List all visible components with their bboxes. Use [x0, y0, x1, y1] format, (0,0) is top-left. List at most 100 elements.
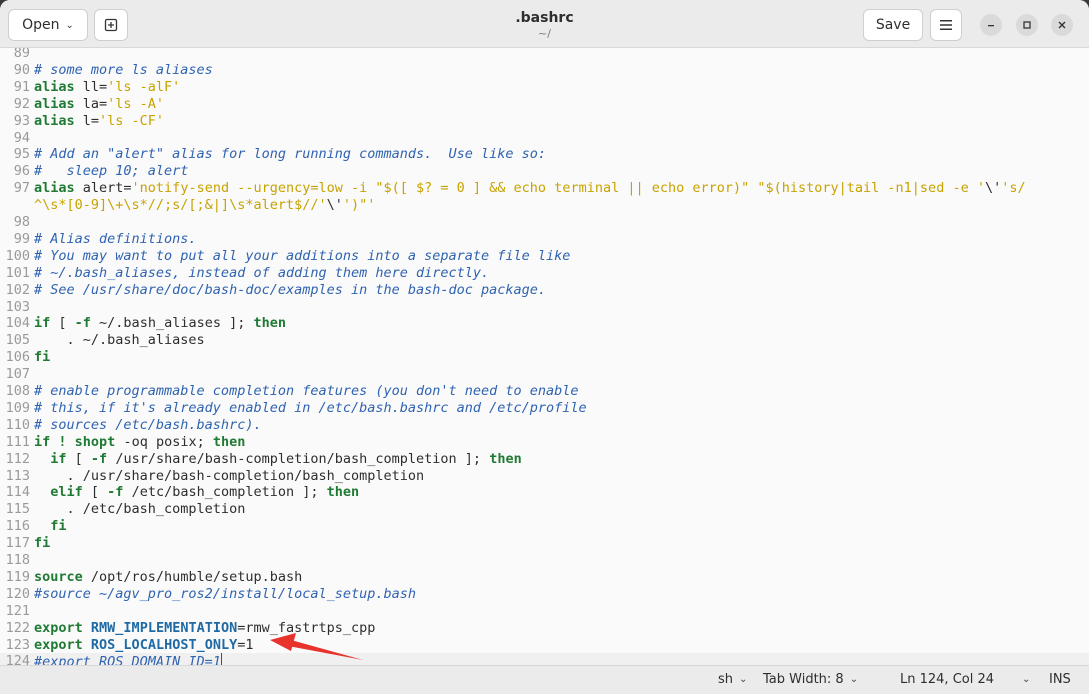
line-number: 124 [5, 653, 30, 665]
chevron-down-icon: ⌄ [849, 674, 859, 685]
code-line[interactable]: 117 fi [0, 535, 1089, 552]
line-number: 112 [5, 450, 30, 467]
insert-mode-indicator[interactable]: INS [1049, 672, 1071, 687]
code-token: if [34, 315, 51, 332]
code-token: alias [34, 180, 75, 197]
code-line[interactable]: 106 fi [0, 349, 1089, 366]
line-code: alias ll='ls -alF' [34, 79, 180, 96]
code-line[interactable]: ^\s*[0-9]\+\s*//;s/[;&|]\s*alert$//'\'')… [0, 197, 1089, 214]
code-token: 'notify-send --urgency=low -i "$([ $? = … [131, 180, 985, 197]
tab-width-selector[interactable]: Tab Width: 8 ⌄ [763, 672, 858, 687]
code-line[interactable]: 105 . ~/.bash_aliases [0, 332, 1089, 349]
code-line[interactable]: 113 . /usr/share/bash-completion/bash_co… [0, 468, 1089, 485]
code-line[interactable]: 94 [0, 130, 1089, 147]
code-line[interactable]: 109 # this, if it's already enabled in /e… [0, 400, 1089, 417]
cursor-position-selector[interactable]: Ln 124, Col 24 ⌄ [900, 672, 1030, 687]
line-code: ^\s*[0-9]\+\s*//;s/[;&|]\s*alert$//'\'')… [34, 197, 375, 214]
minimize-icon [988, 25, 994, 27]
code-line[interactable]: 99 # Alias definitions. [0, 231, 1089, 248]
code-token: # this, if it's already enabled in /etc/… [34, 399, 587, 416]
code-token: # Alias definitions. [34, 230, 197, 247]
text-cursor [220, 653, 222, 665]
code-line[interactable]: 119 source /opt/ros/humble/setup.bash [0, 569, 1089, 586]
line-code: # Alias definitions. [34, 231, 197, 248]
code-line[interactable]: 120 #source ~/agv_pro_ros2/install/local_… [0, 586, 1089, 603]
code-token: -f [74, 315, 91, 332]
line-number: 117 [5, 535, 30, 552]
line-number: 89 [13, 48, 30, 61]
code-token: # sleep 10; alert [34, 163, 189, 180]
code-token: -f [107, 484, 124, 501]
code-line[interactable]: 108 # enable programmable completion feat… [0, 383, 1089, 400]
close-button[interactable] [1051, 14, 1073, 36]
code-line[interactable]: 122 export RMW_IMPLEMENTATION=rmw_fastrtp… [0, 620, 1089, 637]
code-token: [ [82, 484, 108, 501]
code-line[interactable]: 102 # See /usr/share/doc/bash-doc/example… [0, 282, 1089, 299]
code-line[interactable]: 112 if [ -f /usr/share/bash-completion/b… [0, 451, 1089, 468]
code-line[interactable]: 100 # You may want to put all your additi… [0, 248, 1089, 265]
code-line[interactable]: 115 . /etc/bash_completion [0, 501, 1089, 518]
line-code: # this, if it's already enabled in /etc/… [34, 400, 587, 417]
code-token: fi [34, 535, 51, 552]
code-line[interactable]: 95 # Add an "alert" alias for long runnin… [0, 146, 1089, 163]
code-line[interactable]: 116 fi [0, 518, 1089, 535]
code-line[interactable]: 96 # sleep 10; alert [0, 163, 1089, 180]
line-number: 104 [5, 315, 30, 332]
hamburger-menu-button[interactable] [930, 9, 962, 41]
code-line[interactable]: 101 # ~/.bash_aliases, instead of adding … [0, 265, 1089, 282]
code-line[interactable]: 111 if ! shopt -oq posix; then [0, 434, 1089, 451]
code-line[interactable]: 123 export ROS_LOCALHOST_ONLY=1 [0, 637, 1089, 654]
code-line[interactable]: 98 [0, 214, 1089, 231]
code-token: 's/ [1001, 180, 1026, 197]
hamburger-icon [940, 20, 952, 30]
code-line[interactable]: 89 [0, 48, 1089, 62]
code-line[interactable]: 118 [0, 552, 1089, 569]
code-token: # sources /etc/bash.bashrc). [34, 416, 262, 433]
code-line[interactable]: 121 [0, 603, 1089, 620]
language-selector[interactable]: sh ⌄ [718, 672, 747, 687]
code-line[interactable]: 97 alias alert='notify-send --urgency=low… [0, 180, 1089, 197]
code-line[interactable]: 93 alias l='ls -CF' [0, 113, 1089, 130]
code-token: ')"' [342, 197, 376, 214]
header-bar: Open ⌄ .bashrc ~/ Save [0, 0, 1089, 48]
code-token: elif [50, 484, 83, 501]
code-token: # See /usr/share/doc/bash-doc/examples i… [34, 281, 547, 298]
line-number: 93 [13, 112, 30, 129]
code-token: fi [34, 349, 51, 366]
code-line[interactable]: 110 # sources /etc/bash.bashrc). [0, 417, 1089, 434]
code-token: 'ls -CF' [99, 112, 165, 129]
code-line[interactable]: 91 alias ll='ls -alF' [0, 79, 1089, 96]
code-line[interactable]: 114 elif [ -f /etc/bash_completion ]; th… [0, 484, 1089, 501]
maximize-button[interactable] [1016, 14, 1038, 36]
line-number: 115 [5, 501, 30, 518]
window-title: .bashrc [515, 10, 574, 26]
code-line[interactable]: 92 alias la='ls -A' [0, 96, 1089, 113]
text-editor-area[interactable]: 89 90 # some more ls aliases 91 alias ll='ls… [0, 48, 1089, 665]
code-token: alias [34, 112, 75, 129]
code-line[interactable]: 124 #export ROS_DOMAIN_ID=1 [0, 653, 1089, 665]
code-line[interactable]: 90 # some more ls aliases [0, 62, 1089, 79]
code-token: /usr/share/bash-completion/bash_completi… [107, 450, 490, 467]
close-icon [1058, 21, 1066, 29]
code-token: . /etc/bash_completion [34, 501, 246, 518]
code-line[interactable]: 103 [0, 299, 1089, 316]
line-number: 114 [5, 484, 30, 501]
code-token: . ~/.bash_aliases [34, 332, 205, 349]
code-token: ! shopt [58, 433, 116, 450]
code-token: \' [984, 180, 1002, 197]
code-token: /opt/ros/humble/setup.bash [82, 568, 303, 585]
line-number: 92 [13, 95, 30, 112]
line-code: elif [ -f /etc/bash_completion ]; then [34, 484, 359, 501]
code-token: [ [50, 315, 75, 332]
line-number: 94 [13, 129, 30, 146]
minimize-button[interactable] [980, 14, 1002, 36]
line-number: 96 [13, 163, 30, 180]
save-button[interactable]: Save [863, 9, 923, 41]
code-token: then [326, 484, 360, 501]
line-code: . /usr/share/bash-completion/bash_comple… [34, 468, 425, 485]
code-line[interactable]: 104 if [ -f ~/.bash_aliases ]; then [0, 315, 1089, 332]
code-line[interactable]: 107 [0, 366, 1089, 383]
code-token: \' [326, 197, 343, 214]
window-subtitle: ~/ [538, 27, 551, 40]
line-number: 101 [5, 264, 30, 281]
